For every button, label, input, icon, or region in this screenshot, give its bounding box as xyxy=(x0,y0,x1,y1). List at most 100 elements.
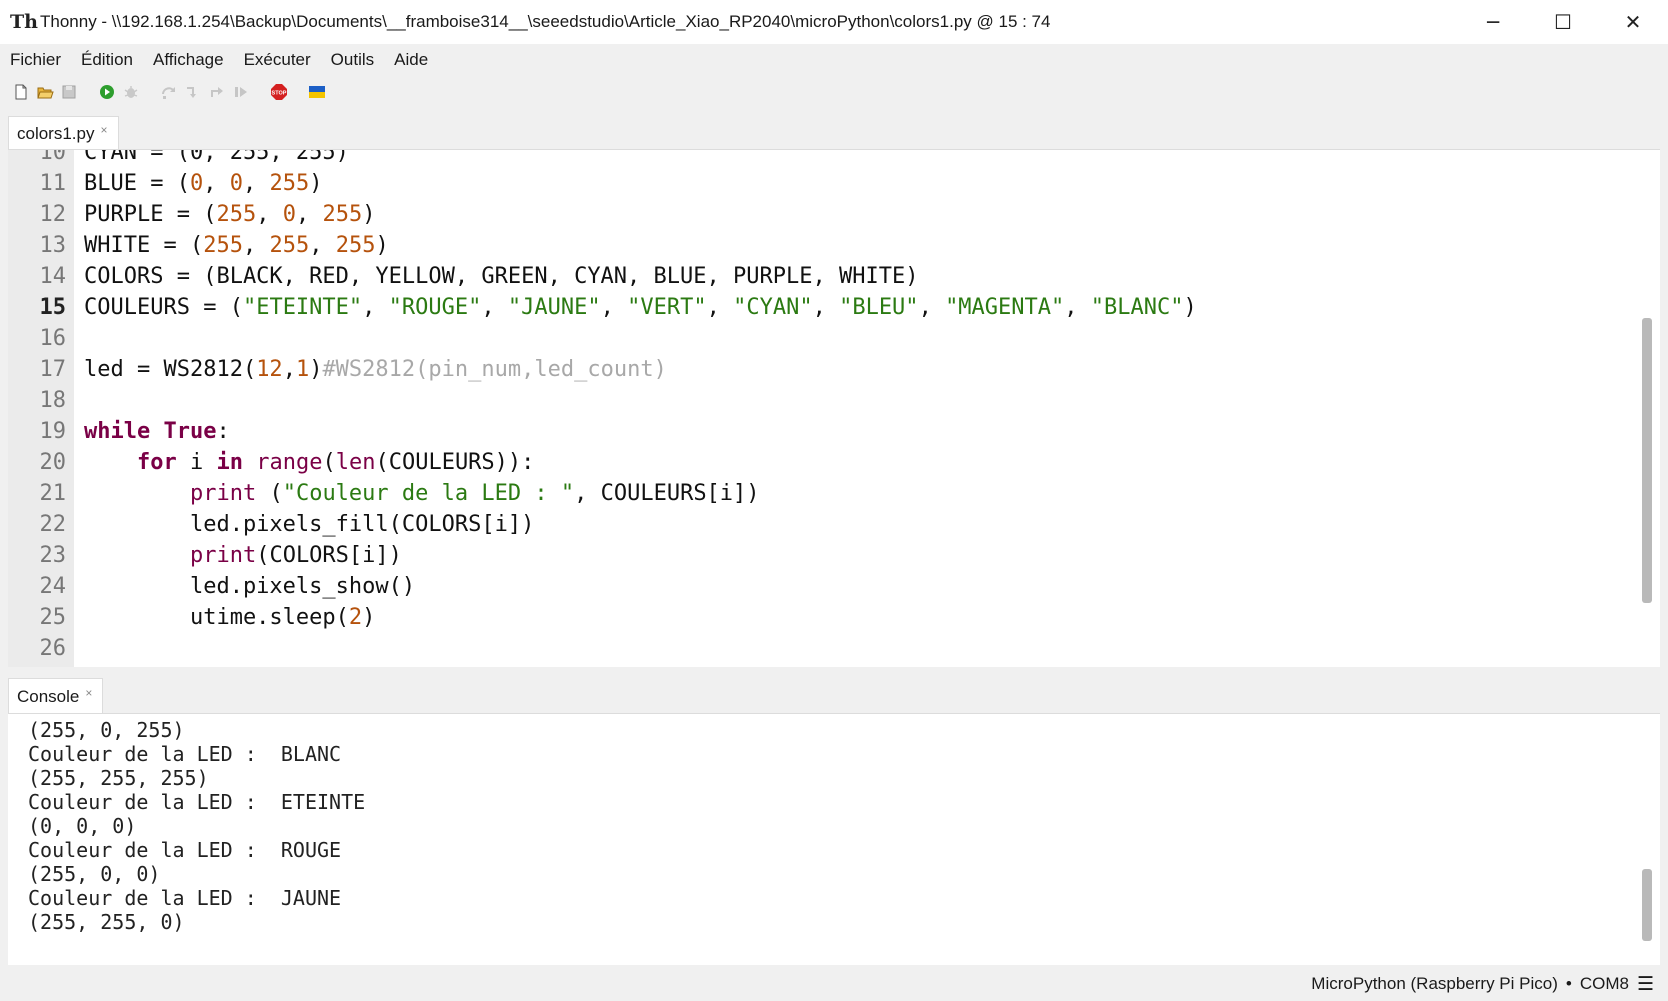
step-out-icon[interactable] xyxy=(208,83,226,101)
debug-icon[interactable] xyxy=(122,83,140,101)
code-token: in xyxy=(216,450,243,475)
code-token: utime.sleep( xyxy=(84,605,349,630)
code-token: "ROUGE" xyxy=(388,295,482,320)
code-token: , xyxy=(812,295,840,320)
toolbar: STOP xyxy=(0,76,1668,108)
code-text: CYAN = (0, 255, 255) xyxy=(74,149,349,165)
code-token: ) xyxy=(362,605,376,630)
code-token: CYAN = (0, 255, 255) xyxy=(84,149,349,165)
console-line: (255, 0, 255) xyxy=(28,718,185,742)
line-number: 18 xyxy=(39,388,67,413)
minimize-button[interactable]: ─ xyxy=(1458,0,1528,44)
code-token: 0 xyxy=(282,202,296,227)
line-number: 22 xyxy=(39,512,67,537)
code-text: WHITE = (255, 255, 255) xyxy=(74,233,389,258)
line-number: 11 xyxy=(39,171,67,196)
code-token: True xyxy=(163,419,217,444)
hamburger-menu-icon[interactable]: ☰ xyxy=(1637,973,1654,995)
code-token: , xyxy=(481,295,508,320)
code-token: COLORS = (BLACK, RED, YELLOW, GREEN, CYA… xyxy=(84,264,919,289)
code-line: 12 PURPLE = (255, 0, 255) xyxy=(8,199,1628,230)
code-token: , xyxy=(242,171,270,196)
line-number: 13 xyxy=(39,233,67,258)
code-token: , xyxy=(295,202,323,227)
console-line: Couleur de la LED : ETEINTE xyxy=(28,790,366,814)
code-token: "Couleur de la LED : " xyxy=(282,481,575,506)
code-line: 25 utime.sleep(2) xyxy=(8,602,1628,633)
code-token: 255 xyxy=(322,202,363,227)
code-token: print xyxy=(189,543,257,568)
code-editor[interactable]: 10 CYAN = (0, 255, 255) 11 BLUE = (0, 0, 25… xyxy=(8,149,1660,667)
line-number: 16 xyxy=(39,326,67,351)
code-line: 22 led.pixels_fill(COLORS[i]) xyxy=(8,509,1628,540)
code-token: while xyxy=(84,419,151,444)
maximize-button[interactable]: ☐ xyxy=(1528,0,1598,44)
step-into-icon[interactable] xyxy=(184,83,202,101)
menu-executer[interactable]: Exécuter xyxy=(244,50,311,70)
menu-aide[interactable]: Aide xyxy=(394,50,428,70)
editor-scrollbar-thumb[interactable] xyxy=(1642,318,1652,603)
ukraine-flag-icon[interactable] xyxy=(308,83,326,101)
line-number: 10 xyxy=(39,149,67,165)
code-text: PURPLE = (255, 0, 255) xyxy=(74,202,375,227)
code-line: 10 CYAN = (0, 255, 255) xyxy=(8,149,1628,168)
console-tab-close-icon[interactable]: × xyxy=(85,686,92,700)
line-number: 21 xyxy=(39,481,67,506)
line-number: 20 xyxy=(39,450,67,475)
console-lines: (255, 0, 255) Couleur de la LED : BLANC (2… xyxy=(28,718,365,934)
code-token: (COLORS[i]) xyxy=(256,543,402,568)
code-token: for xyxy=(136,450,177,475)
console-line: Couleur de la LED : ROUGE xyxy=(28,838,342,862)
interpreter-selector[interactable]: MicroPython (Raspberry Pi Pico) xyxy=(1311,974,1558,994)
line-number: 25 xyxy=(39,605,67,630)
menu-outils[interactable]: Outils xyxy=(331,50,374,70)
code-token: , xyxy=(600,295,628,320)
line-number: 26 xyxy=(39,636,67,661)
code-token: PURPLE = ( xyxy=(84,202,217,227)
code-token: "BLANC" xyxy=(1090,295,1184,320)
code-token: WHITE = ( xyxy=(84,233,204,258)
code-token: ( xyxy=(322,450,336,475)
tab-close-icon[interactable]: × xyxy=(100,123,107,137)
console-output[interactable]: (255, 0, 255) Couleur de la LED : BLANC (2… xyxy=(8,713,1660,965)
code-token: , xyxy=(706,295,734,320)
line-number: 23 xyxy=(39,543,67,568)
console-scrollbar-thumb[interactable] xyxy=(1642,869,1652,941)
stop-icon[interactable]: STOP xyxy=(270,83,288,101)
code-token: "VERT" xyxy=(627,295,707,320)
code-token: range xyxy=(256,450,323,475)
code-token: print xyxy=(189,481,257,506)
code-text: led = WS2812(12,1)#WS2812(pin_num,led_co… xyxy=(74,357,667,382)
code-token: #WS2812(pin_num,led_count) xyxy=(322,357,667,382)
port-label[interactable]: COM8 xyxy=(1580,974,1629,994)
close-button[interactable]: ✕ xyxy=(1598,0,1668,44)
status-bar: MicroPython (Raspberry Pi Pico) • COM8 ☰ xyxy=(0,967,1668,1001)
tab-colors1-py[interactable]: colors1.py × xyxy=(8,116,119,150)
line-number: 19 xyxy=(39,419,67,444)
title-bar: Th Thonny - \\192.168.1.254\Backup\Docum… xyxy=(0,0,1668,44)
code-token: "JAUNE" xyxy=(507,295,601,320)
console-line: Couleur de la LED : BLANC xyxy=(28,742,342,766)
code-line: 14 COLORS = (BLACK, RED, YELLOW, GREEN, C… xyxy=(8,261,1628,292)
save-file-icon[interactable] xyxy=(60,83,78,101)
code-token: "BLEU" xyxy=(839,295,919,320)
menu-fichier[interactable]: Fichier xyxy=(10,50,61,70)
code-line: 20 for i in range(len(COULEURS)): xyxy=(8,447,1628,478)
code-text: print ("Couleur de la LED : ", COULEURS[… xyxy=(74,481,760,506)
new-file-icon[interactable] xyxy=(12,83,30,101)
code-token: : xyxy=(216,419,230,444)
open-file-icon[interactable] xyxy=(36,83,54,101)
run-icon[interactable] xyxy=(98,83,116,101)
resume-icon[interactable] xyxy=(232,83,250,101)
code-line: 23 print(COLORS[i]) xyxy=(8,540,1628,571)
code-token: led.pixels_fill(COLORS[i]) xyxy=(84,512,535,537)
tab-console[interactable]: Console × xyxy=(8,678,104,714)
code-token: (COULEURS)): xyxy=(375,450,535,475)
code-token: 255 xyxy=(335,233,376,258)
menu-edition[interactable]: Édition xyxy=(81,50,133,70)
step-over-icon[interactable] xyxy=(160,83,178,101)
code-line: 17 led = WS2812(12,1)#WS2812(pin_num,led_… xyxy=(8,354,1628,385)
menu-affichage[interactable]: Affichage xyxy=(153,50,224,70)
